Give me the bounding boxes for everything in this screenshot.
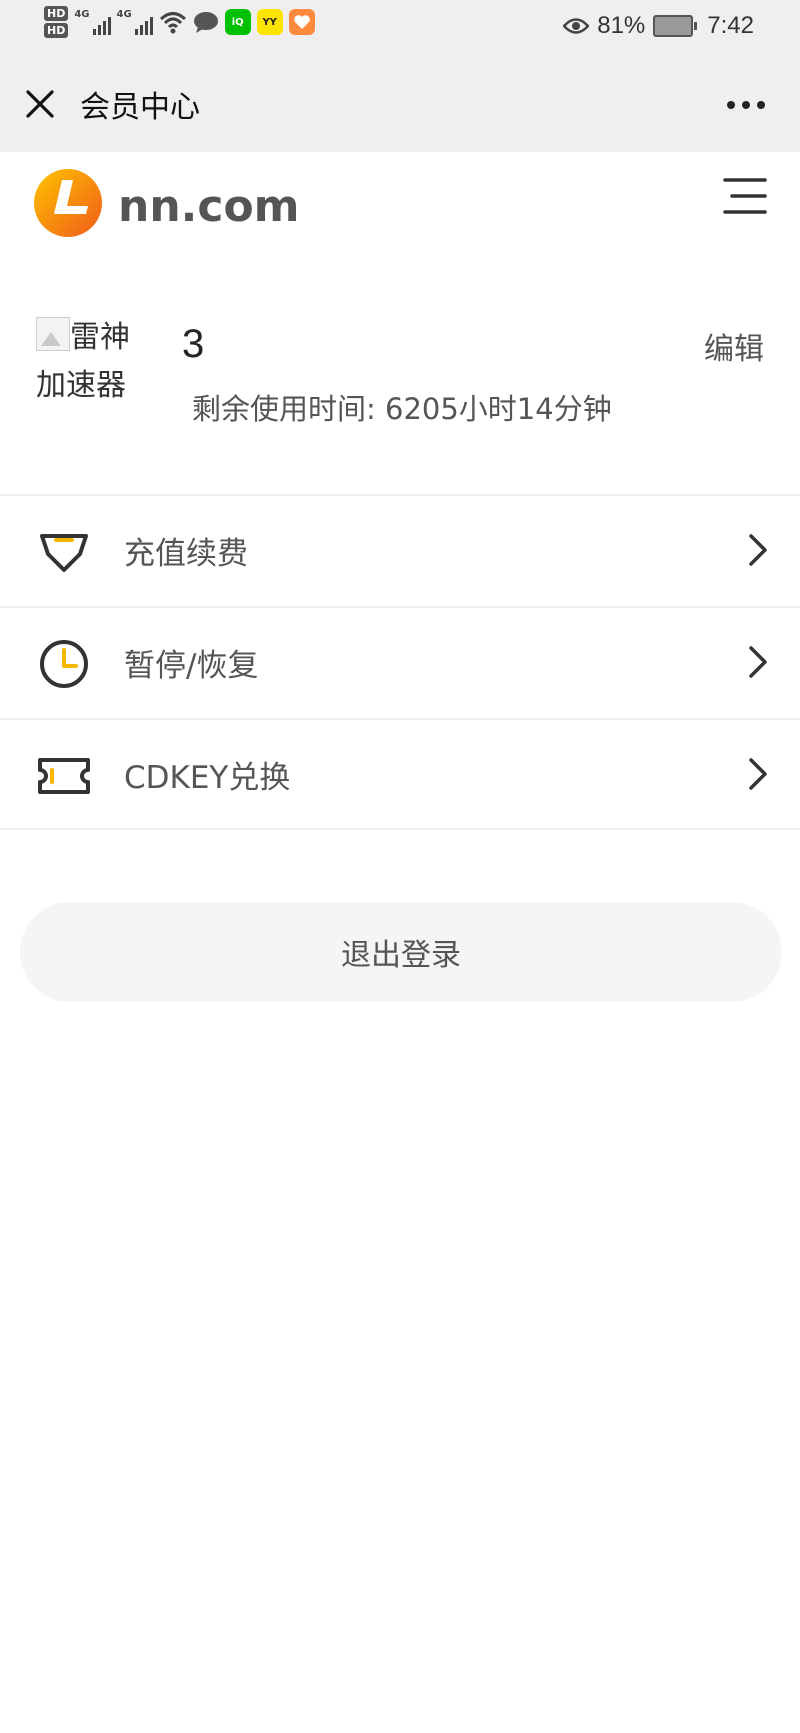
- message-icon: [193, 12, 218, 33]
- site-header: nn.com: [0, 152, 800, 262]
- user-info: 雷神加速器 3 编辑 剩余使用时间: 6205小时14分钟: [0, 300, 800, 495]
- status-left: HD HD 4G 4G iQ YY: [44, 6, 315, 38]
- site-logo[interactable]: nn.com: [34, 166, 314, 240]
- divider: [0, 828, 800, 830]
- eye-icon: [563, 18, 590, 34]
- menu-item-cdkey[interactable]: CDKEY兑换: [0, 720, 800, 830]
- menu-item-label: 充值续费: [124, 536, 248, 572]
- avatar: 雷神加速器: [36, 314, 146, 410]
- chevron-right-icon: [749, 646, 767, 678]
- chevron-right-icon: [749, 534, 767, 566]
- remaining-label: 剩余使用时间:: [192, 392, 376, 426]
- signal-icon: 4G: [74, 9, 111, 35]
- signal-icon: 4G: [117, 9, 153, 35]
- iqiyi-icon: iQ: [224, 9, 251, 35]
- menu-item-label: 暂停/恢复: [124, 648, 259, 684]
- battery-icon: [653, 15, 698, 37]
- status-bar: HD HD 4G 4G iQ YY 81% 7:42: [0, 0, 800, 56]
- logout-button[interactable]: 退出登录: [20, 902, 782, 1002]
- yy-icon: YY: [256, 9, 283, 35]
- battery-percent: 81%: [597, 12, 646, 39]
- username: 3: [182, 322, 205, 366]
- remaining-value: 6205小时14分钟: [385, 392, 612, 426]
- net2-label: 4G: [116, 9, 132, 20]
- hd2-label: HD: [44, 23, 69, 38]
- remaining-time: 剩余使用时间: 6205小时14分钟: [192, 386, 612, 428]
- broken-image-icon: [36, 317, 70, 351]
- close-icon[interactable]: [22, 86, 58, 122]
- hamburger-menu-icon[interactable]: [722, 176, 768, 216]
- ticket-icon: [38, 758, 90, 794]
- diamond-icon: [40, 534, 88, 572]
- clock-time: 7:42: [707, 12, 754, 39]
- menu-item-recharge[interactable]: 充值续费: [0, 496, 800, 606]
- title-bar: 会员中心: [0, 56, 800, 152]
- page-title: 会员中心: [80, 90, 200, 125]
- more-icon[interactable]: [726, 100, 766, 110]
- wifi-icon: [159, 12, 186, 34]
- chevron-right-icon: [749, 758, 767, 790]
- status-right: 81% 7:42: [563, 12, 754, 40]
- clock-icon: [40, 640, 88, 688]
- hd1-label: HD: [44, 6, 69, 21]
- logo-text: nn.com: [118, 181, 300, 232]
- edit-button[interactable]: 编辑: [704, 324, 764, 368]
- hd-icon: HD HD: [44, 6, 69, 38]
- heart-app-icon: [288, 9, 315, 35]
- menu-item-pause-resume[interactable]: 暂停/恢复: [0, 608, 800, 718]
- net1-label: 4G: [74, 9, 90, 20]
- menu-item-label: CDKEY兑换: [124, 760, 291, 796]
